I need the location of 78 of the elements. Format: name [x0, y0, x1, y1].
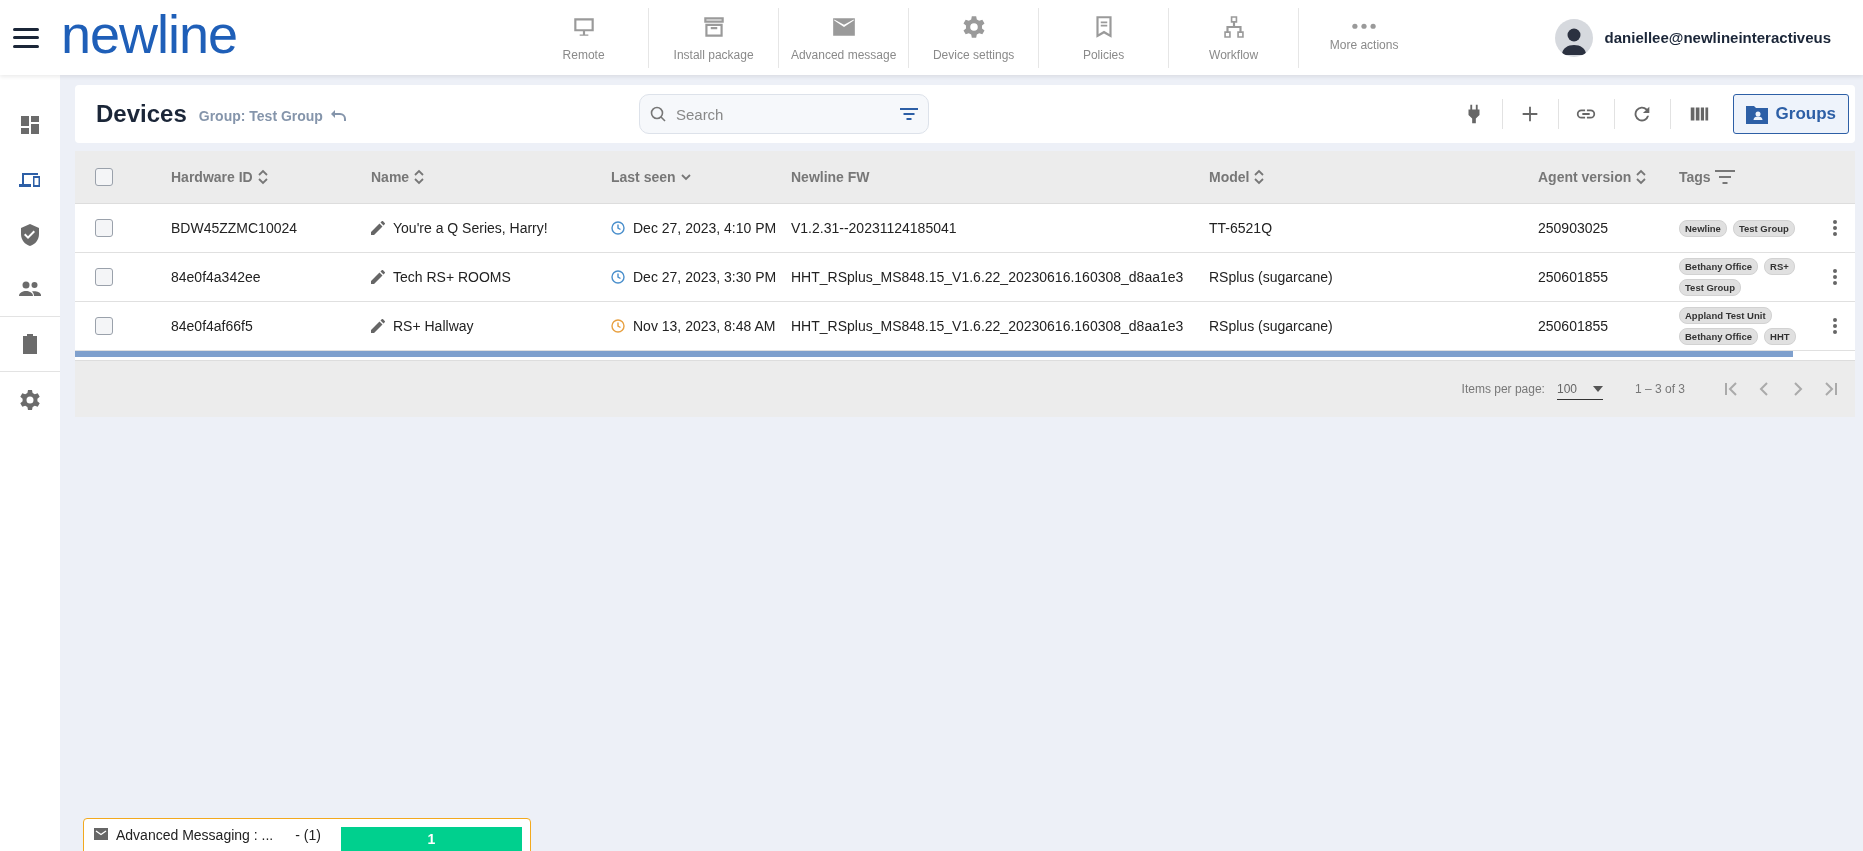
tag-chip: HHT	[1764, 328, 1796, 345]
tag-chip: Test Group	[1732, 219, 1795, 237]
column-header[interactable]: Hardware ID	[171, 169, 253, 185]
row-checkbox[interactable]	[95, 317, 113, 335]
user-email[interactable]: daniellee@newlineinteractiveus	[1604, 29, 1831, 46]
toolbar-action[interactable]: Workflow	[1169, 7, 1300, 68]
table-cell: Nov 13, 2023, 8:48 AM	[633, 318, 776, 334]
column-header[interactable]: Name	[371, 169, 410, 185]
page-range: 1 – 3 of 3	[1634, 382, 1685, 396]
table-cell-text: HHT_RSplus_MS848.15_V1.6.22_20230616.160308_d8aa1e3	[791, 318, 1185, 334]
table-cell: You're a Q Series, Harry!	[393, 220, 548, 236]
notification-count: - (1)	[295, 827, 321, 843]
sort-descending-icon[interactable]	[679, 172, 692, 182]
table-cell-text: RSplus (sugarcane)	[1209, 318, 1334, 334]
tag-chip: Bethany Office	[1679, 328, 1759, 345]
toolbar-action[interactable]: Remote	[519, 7, 650, 68]
dots-icon	[1351, 23, 1378, 30]
groups-button[interactable]: Groups	[1732, 94, 1849, 134]
table-cell-text: 250601855	[1538, 269, 1610, 285]
caret-icon	[1592, 385, 1603, 392]
column-header[interactable]: Newline FW	[791, 169, 870, 185]
search-field[interactable]: Search	[638, 94, 929, 134]
notification-title: Advanced Messaging : ...	[116, 827, 274, 843]
toolbar-action[interactable]: Device settings	[909, 7, 1040, 68]
table-cell-text: V1.2.31--20231124185041	[791, 220, 958, 236]
select-all-checkbox[interactable]	[95, 168, 113, 186]
column-header[interactable]: Last seen	[611, 169, 676, 185]
avatar-icon[interactable]	[1554, 18, 1593, 57]
toolbar-action[interactable]: Install package	[649, 7, 780, 68]
column-header[interactable]: Tags	[1679, 169, 1711, 185]
row-checkbox[interactable]	[95, 219, 113, 237]
filter-icon[interactable]	[899, 107, 918, 121]
gear-icon	[18, 387, 42, 412]
page-size-select[interactable]: 100	[1556, 378, 1603, 400]
table-cell-text: RSplus (sugarcane)	[1209, 269, 1334, 285]
toolbar-action[interactable]: Advanced message	[779, 7, 910, 68]
table-cell: Dec 27, 2023, 4:10 PM	[633, 220, 777, 236]
sort-icon[interactable]	[1635, 168, 1648, 186]
table-cell-text: 250903025	[1538, 220, 1610, 236]
table-cell-text: 84e0f4af66f5	[171, 318, 254, 334]
group-label: Group: Test Group	[198, 108, 323, 124]
undo-icon[interactable]	[330, 110, 347, 122]
tag-chip: Appland Test Unit	[1679, 307, 1772, 324]
logo: newline	[61, 6, 238, 66]
pencil-icon[interactable]	[371, 221, 385, 235]
items-per-page-label: Items per page:	[1461, 382, 1545, 396]
search-input[interactable]: Search	[673, 104, 892, 124]
table-cell-text: BDW45ZZMC10024	[171, 220, 299, 236]
table-cell: RS+ Hallway	[393, 318, 474, 334]
row-checkbox[interactable]	[95, 268, 113, 286]
table-cell-text: 84e0f4a342ee	[171, 269, 262, 285]
mail-icon	[94, 827, 108, 841]
sort-icon[interactable]	[256, 168, 269, 186]
folder-icon	[1745, 104, 1768, 124]
table-cell: Tech RS+ ROOMS	[393, 269, 511, 285]
column-header[interactable]: Agent version	[1538, 169, 1632, 185]
menu-icon[interactable]	[13, 27, 39, 48]
tag-chip: Test Group	[1679, 279, 1741, 296]
filter-icon[interactable]	[1714, 170, 1735, 184]
table-cell: Dec 27, 2023, 3:30 PM	[633, 269, 777, 285]
tag-chip: Bethany Office	[1679, 258, 1759, 275]
table-cell-text: TT-6521Q	[1209, 220, 1274, 236]
toolbar-action[interactable]: More actions	[1299, 7, 1430, 68]
progress-text: 1	[427, 831, 436, 847]
column-header[interactable]: Model	[1209, 169, 1250, 185]
tag-chip: RS+	[1764, 258, 1795, 275]
search-icon	[649, 106, 666, 122]
tag-chip: Newline	[1679, 219, 1727, 237]
table-cell-text: HHT_RSplus_MS848.15_V1.6.22_20230616.160308_d8aa1e3	[791, 269, 1185, 285]
sort-icon[interactable]	[1253, 168, 1266, 186]
toolbar-action[interactable]: Policies	[1039, 7, 1170, 68]
table-cell-text: 250601855	[1538, 318, 1610, 334]
pencil-icon[interactable]	[371, 319, 385, 333]
horizontal-scrollbar[interactable]	[75, 351, 1793, 357]
sort-icon[interactable]	[413, 168, 426, 186]
page-title: Devices	[96, 100, 187, 128]
pencil-icon[interactable]	[371, 270, 385, 284]
shield-icon	[18, 222, 42, 247]
